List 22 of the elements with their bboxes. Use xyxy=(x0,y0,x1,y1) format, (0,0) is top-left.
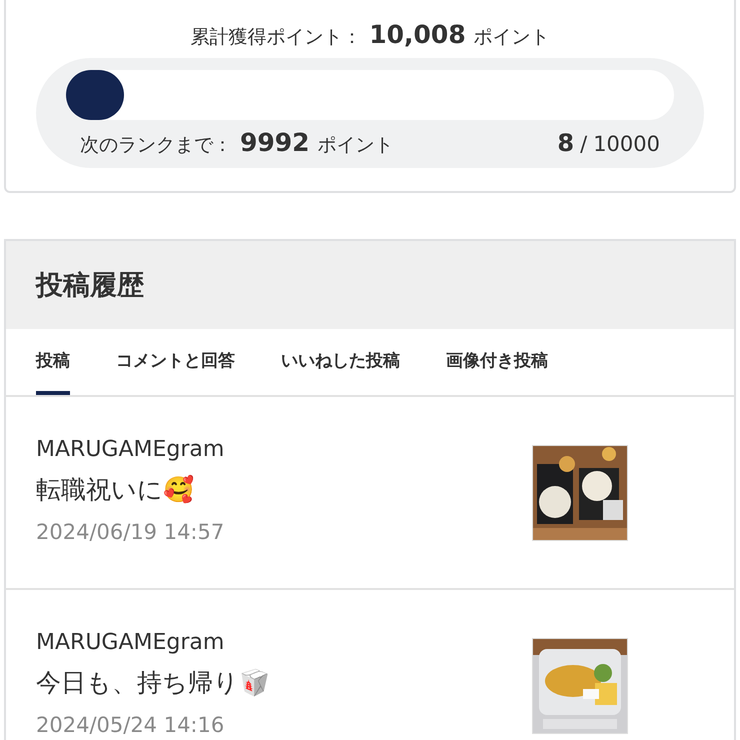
history-tab[interactable]: 画像付き投稿 xyxy=(446,329,548,395)
post-text: 転職祝いに🥰 xyxy=(36,474,195,506)
target-points: 10000 xyxy=(593,132,660,156)
history-tab[interactable]: いいねした投稿 xyxy=(281,329,400,395)
next-rank-value: 9992 xyxy=(240,128,310,157)
post-author: MARUGAMEgram xyxy=(36,436,224,464)
next-rank-label: 次のランクまで： xyxy=(80,133,232,158)
post-item[interactable]: MARUGAMEgram 転職祝いに🥰 2024/06/19 14:57 xyxy=(6,397,734,590)
post-date: 2024/05/24 14:16 xyxy=(36,712,226,739)
total-points-label: 累計獲得ポイント： xyxy=(190,25,362,50)
current-points: 8 xyxy=(557,129,574,157)
history-tab[interactable]: コメントと回答 xyxy=(116,329,235,395)
history-title: 投稿履歴 xyxy=(36,269,144,303)
post-item[interactable]: MARUGAMEgram 今日も、持ち帰り🥡 2024/05/24 14:16 xyxy=(6,590,734,740)
post-text: 今日も、持ち帰り🥡 xyxy=(36,667,270,699)
total-points-value: 10,008 xyxy=(369,20,466,49)
post-author: MARUGAMEgram xyxy=(36,629,226,657)
history-tab[interactable]: 投稿 xyxy=(36,329,70,395)
post-date: 2024/06/19 14:57 xyxy=(36,519,224,546)
next-rank-unit: ポイント xyxy=(318,133,394,158)
total-points-unit: ポイント xyxy=(474,25,550,50)
ratio-separator: / xyxy=(580,132,588,156)
